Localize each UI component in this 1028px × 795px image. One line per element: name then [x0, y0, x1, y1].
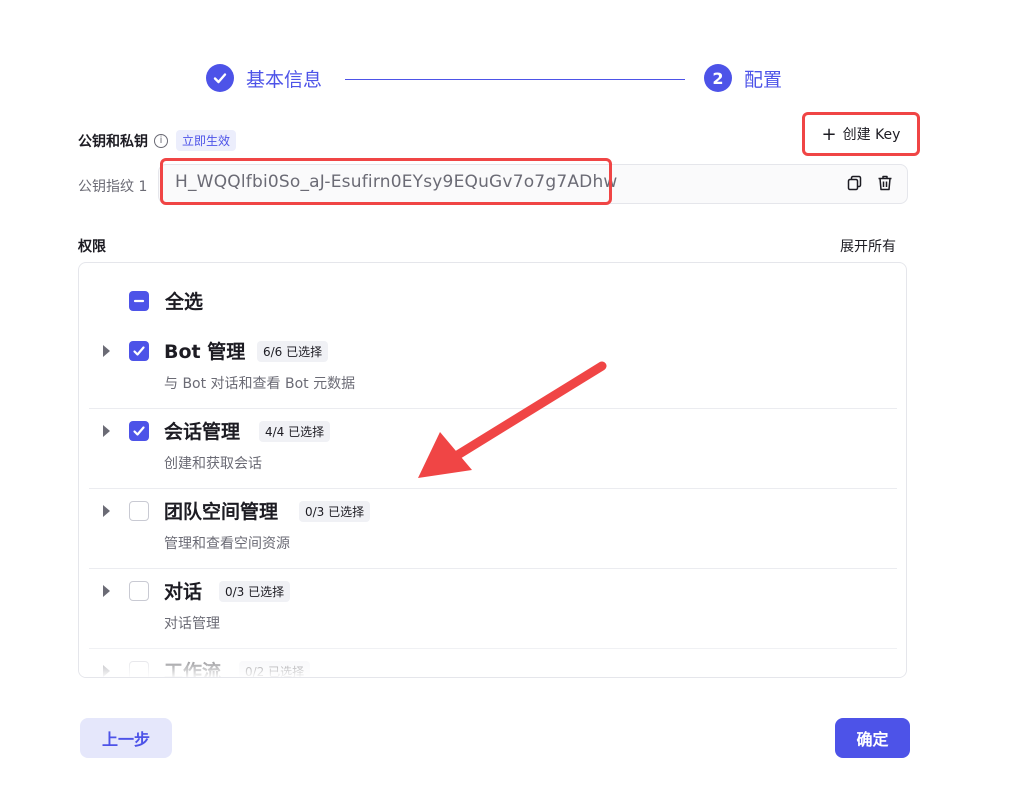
step-basic-info: 基本信息	[206, 64, 322, 92]
step-divider	[345, 79, 685, 80]
permission-checkbox[interactable]	[129, 341, 149, 361]
permission-name: 对话	[164, 581, 203, 603]
permission-name: Bot 管理	[164, 341, 246, 363]
fingerprint-highlight-box	[160, 158, 612, 205]
instant-effect-badge: 立即生效	[176, 130, 237, 151]
create-key-label: 创建 Key	[842, 127, 901, 143]
fingerprint-label: 公钥指纹 1	[78, 179, 148, 195]
expand-caret-icon[interactable]	[103, 425, 110, 437]
permission-name: 工作流	[164, 661, 222, 678]
permission-count-badge: 0/3 已选择	[299, 501, 371, 522]
select-all-checkbox[interactable]	[129, 290, 149, 311]
permission-name: 团队空间管理	[164, 501, 279, 523]
permissions-title: 权限	[78, 239, 106, 255]
select-all-label: 全选	[165, 291, 204, 313]
permission-name: 会话管理	[164, 421, 241, 443]
permission-desc: 管理和查看空间资源	[164, 536, 290, 552]
permission-count-badge: 0/3 已选择	[219, 581, 291, 602]
permission-row-workflow: 工作流 0/2 已选择	[89, 649, 897, 678]
expand-caret-icon[interactable]	[103, 585, 110, 597]
permission-row-bot: Bot 管理 6/6 已选择 与 Bot 对话和查看 Bot 元数据	[89, 329, 897, 409]
permission-row-team-space: 团队空间管理 0/3 已选择 管理和查看空间资源	[89, 489, 897, 569]
key-section-label: 公钥和私钥	[78, 133, 148, 150]
permission-desc: 创建和获取会话	[164, 456, 262, 472]
permission-checkbox[interactable]	[129, 581, 149, 601]
permission-checkbox[interactable]	[129, 421, 149, 441]
confirm-button[interactable]: 确定	[835, 718, 910, 758]
permission-desc: 与 Bot 对话和查看 Bot 元数据	[164, 376, 356, 392]
trash-icon[interactable]	[876, 174, 894, 192]
previous-step-button[interactable]: 上一步	[80, 718, 172, 758]
create-key-button[interactable]: + 创建 Key	[802, 112, 920, 156]
permission-row-chat: 对话 0/3 已选择 对话管理	[89, 569, 897, 649]
plus-icon: +	[821, 123, 837, 145]
permission-row-conversation: 会话管理 4/4 已选择 创建和获取会话	[89, 409, 897, 489]
step-number: 2	[704, 64, 732, 92]
permission-desc: 对话管理	[164, 616, 220, 632]
permissions-panel: 全选 Bot 管理 6/6 已选择 与 Bot 对话和查看 Bot 元数据 会话…	[78, 262, 907, 678]
check-icon	[206, 64, 234, 92]
expand-caret-icon[interactable]	[103, 505, 110, 517]
copy-icon[interactable]	[846, 174, 864, 192]
info-icon[interactable]: i	[154, 133, 168, 148]
step-label: 配置	[744, 68, 783, 91]
permission-count-badge: 0/2 已选择	[239, 661, 311, 677]
permission-checkbox[interactable]	[129, 661, 149, 677]
step-label: 基本信息	[246, 68, 323, 91]
permission-count-badge: 6/6 已选择	[257, 341, 329, 362]
expand-caret-icon[interactable]	[103, 665, 110, 677]
permission-count-badge: 4/4 已选择	[259, 421, 331, 442]
expand-caret-icon[interactable]	[103, 345, 110, 357]
permission-checkbox[interactable]	[129, 501, 149, 521]
key-section-title: 公钥和私钥 i 立即生效	[78, 130, 237, 151]
step-indicator: 基本信息 2 配置	[206, 64, 786, 96]
expand-all-button[interactable]: 展开所有	[840, 236, 896, 256]
select-all[interactable]: 全选	[129, 287, 203, 314]
step-config: 2 配置	[704, 64, 782, 92]
